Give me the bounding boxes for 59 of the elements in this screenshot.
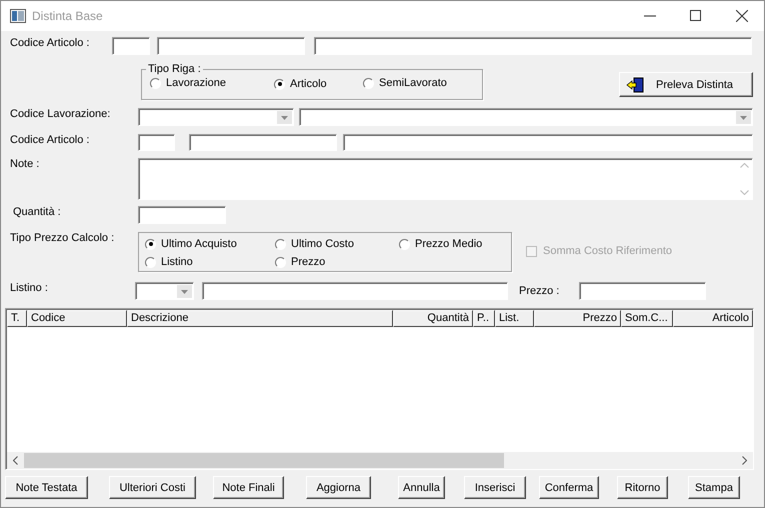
input-field[interactable] — [343, 134, 753, 151]
column-header[interactable]: T. — [7, 310, 27, 327]
column-header[interactable]: Articolo — [673, 310, 753, 327]
dropdown-arrow-icon — [281, 116, 288, 120]
field-label: Codice Articolo : — [10, 134, 90, 148]
action-button[interactable]: Ritorno — [617, 476, 668, 499]
dropdown-arrow-icon — [740, 116, 747, 120]
close-icon[interactable] — [736, 10, 748, 22]
app-icon — [10, 9, 26, 23]
action-button[interactable]: Conferma — [539, 476, 599, 499]
field-label: Note : — [10, 158, 40, 172]
action-button[interactable]: Note Testata — [5, 476, 88, 499]
radio-option[interactable]: Lavorazione — [150, 77, 226, 89]
window-title: Distinta Base — [32, 9, 103, 23]
dropdown[interactable] — [135, 282, 194, 300]
action-button[interactable]: Stampa — [688, 476, 740, 499]
field-label: Prezzo : — [519, 284, 560, 299]
scroll-left-icon[interactable] — [13, 456, 18, 465]
radio-option[interactable]: Ultimo Costo — [275, 235, 399, 253]
radio-option[interactable]: Ultimo Acquisto — [145, 235, 275, 253]
input-field[interactable] — [189, 134, 337, 151]
dropdown-arrow-icon — [181, 290, 188, 294]
input-field[interactable] — [314, 37, 752, 55]
radio-option[interactable]: Prezzo Medio — [399, 235, 511, 253]
field-label: Quantità : — [13, 206, 62, 220]
radio-option[interactable]: SemiLavorato — [363, 77, 447, 89]
radio-option[interactable]: Articolo — [274, 78, 327, 90]
input-field[interactable] — [112, 37, 150, 55]
input-field[interactable] — [579, 282, 706, 300]
group-legend: Tipo Riga : — [146, 63, 203, 75]
dropdown[interactable] — [138, 108, 294, 126]
import-icon — [626, 76, 644, 92]
field-label: Tipo Prezzo Calcolo : — [10, 232, 116, 246]
column-header[interactable]: Quantità — [393, 310, 473, 327]
field-label: Codice Lavorazione: — [10, 108, 112, 122]
column-header[interactable]: Som.C... — [621, 310, 673, 327]
column-header[interactable]: List. — [495, 310, 534, 327]
maximize-icon[interactable] — [690, 10, 702, 22]
action-button[interactable]: Annulla — [398, 476, 445, 499]
dropdown[interactable] — [299, 108, 753, 126]
input-field[interactable] — [138, 206, 226, 224]
radio-option[interactable]: Prezzo — [275, 253, 399, 271]
field-label: Listino : — [10, 282, 49, 296]
action-button[interactable]: Aggiorna — [306, 476, 371, 499]
column-header[interactable]: Codice — [27, 310, 127, 327]
horizontal-scrollbar[interactable] — [7, 452, 753, 469]
column-header[interactable]: Prezzo — [534, 310, 621, 327]
input-field[interactable] — [138, 134, 175, 151]
action-button[interactable]: Note Finali — [213, 476, 284, 499]
radio-option[interactable]: Listino — [145, 253, 275, 271]
scroll-right-icon[interactable] — [742, 456, 747, 465]
preleva-button[interactable]: Preleva Distinta — [619, 72, 753, 97]
action-button[interactable]: Inserisci — [464, 476, 526, 499]
input-field[interactable] — [202, 282, 508, 300]
column-header[interactable]: Descrizione — [127, 310, 393, 327]
field-label: Codice Articolo : — [10, 37, 90, 51]
input-field[interactable] — [157, 37, 305, 55]
column-header[interactable]: P.. — [473, 310, 495, 327]
action-button[interactable]: Ulteriori Costi — [109, 476, 196, 499]
